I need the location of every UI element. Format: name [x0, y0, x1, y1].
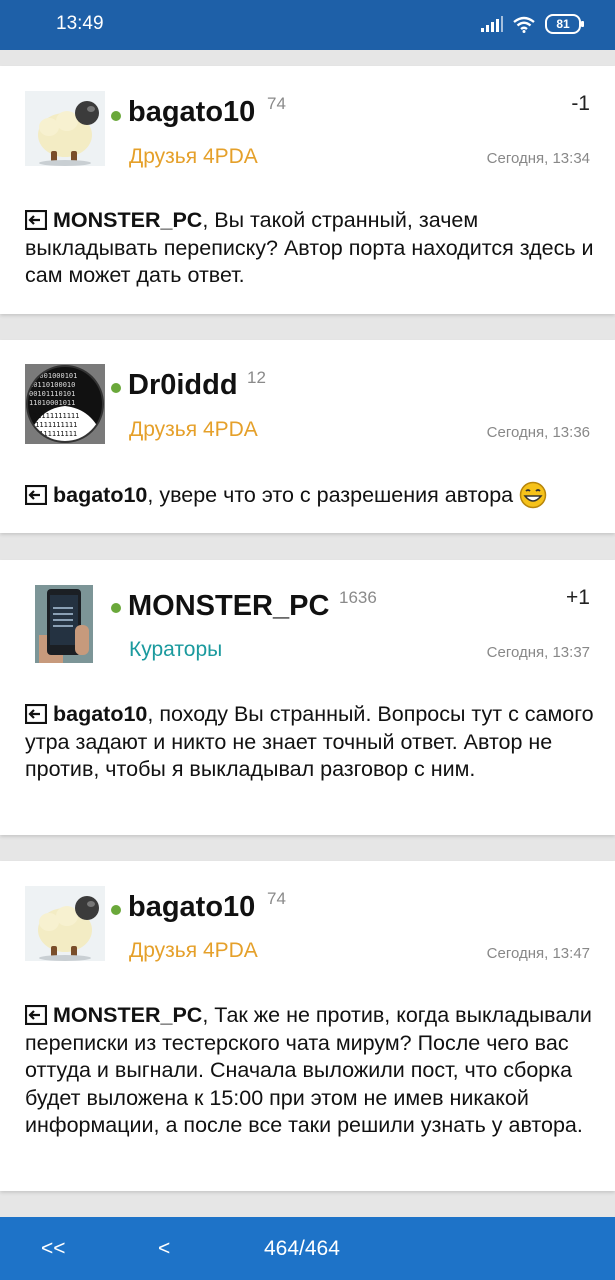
wifi-icon: [513, 16, 535, 33]
reply-quote-icon[interactable]: [25, 210, 47, 230]
user-group: Кураторы: [129, 638, 223, 661]
forum-post: bagato10 74 Друзья 4PDA Сегодня, 13:47 M…: [0, 861, 615, 1191]
quoted-nick[interactable]: MONSTER_PC: [53, 1003, 202, 1027]
online-indicator: [111, 905, 121, 915]
avatar[interactable]: [25, 91, 105, 166]
svg-text:11111111111: 11111111111: [31, 421, 77, 429]
user-group: Друзья 4PDA: [129, 418, 258, 441]
post-text: , увере что это с разрешения автора: [147, 483, 514, 507]
post-body: bagato10, увере что это с разрешения авт…: [25, 481, 595, 510]
binary-avatar-icon: 01001000101 10110100010 00101110101 1101…: [25, 364, 105, 444]
status-icons: 81: [481, 14, 584, 34]
quoted-nick[interactable]: bagato10: [53, 483, 147, 507]
reputation-count[interactable]: 74: [267, 889, 286, 909]
forum-post: MONSTER_PC 1636 +1 Кураторы Сегодня, 13:…: [0, 560, 615, 835]
forum-post: 01001000101 10110100010 00101110101 1101…: [0, 340, 615, 533]
post-time: Сегодня, 13:36: [486, 424, 590, 441]
avatar[interactable]: [25, 886, 105, 961]
username[interactable]: bagato10: [128, 891, 255, 924]
username[interactable]: MONSTER_PC: [128, 590, 329, 623]
svg-text:11010001011: 11010001011: [29, 399, 75, 407]
quoted-nick[interactable]: bagato10: [53, 702, 147, 726]
post-rating[interactable]: +1: [566, 586, 590, 610]
pagination-bar: << < 464/464: [0, 1217, 615, 1280]
forum-post: bagato10 74 -1 Друзья 4PDA Сегодня, 13:3…: [0, 66, 615, 314]
battery-icon: 81: [545, 14, 584, 34]
reply-quote-icon[interactable]: [25, 1005, 47, 1025]
page-indicator[interactable]: 464/464: [264, 1237, 340, 1261]
reply-quote-icon[interactable]: [25, 485, 47, 505]
signal-icon: [481, 16, 503, 32]
sheep-avatar-icon: [38, 101, 99, 166]
reply-quote-icon[interactable]: [25, 704, 47, 724]
online-indicator: [111, 383, 121, 393]
sheep-avatar-icon: [38, 896, 99, 961]
clock: 13:49: [56, 13, 104, 34]
quoted-nick[interactable]: MONSTER_PC: [53, 208, 202, 232]
reputation-count[interactable]: 12: [247, 368, 266, 388]
reputation-count[interactable]: 1636: [339, 588, 377, 608]
first-page-button[interactable]: <<: [41, 1237, 66, 1261]
phone-avatar-icon: [35, 585, 93, 663]
user-group: Друзья 4PDA: [129, 145, 258, 168]
status-bar: 13:49 81: [0, 0, 615, 50]
username[interactable]: bagato10: [128, 96, 255, 129]
username[interactable]: Dr0iddd: [128, 369, 238, 402]
prev-page-button[interactable]: <: [158, 1237, 170, 1261]
user-group: Друзья 4PDA: [129, 939, 258, 962]
post-body: MONSTER_PC, Вы такой странный, зачем вык…: [25, 207, 595, 290]
svg-text:00101110101: 00101110101: [29, 390, 75, 398]
post-time: Сегодня, 13:34: [486, 150, 590, 167]
post-rating[interactable]: -1: [571, 92, 590, 116]
post-time: Сегодня, 13:37: [486, 644, 590, 661]
grin-emoji-icon: [519, 481, 547, 509]
post-body: MONSTER_PC, Так же не против, когда выкл…: [25, 1002, 595, 1140]
avatar[interactable]: [35, 585, 93, 663]
svg-text:11111111111: 11111111111: [33, 412, 79, 420]
avatar[interactable]: 01001000101 10110100010 00101110101 1101…: [25, 364, 105, 444]
svg-text:10110100010: 10110100010: [29, 381, 75, 389]
post-time: Сегодня, 13:47: [486, 945, 590, 962]
online-indicator: [111, 111, 121, 121]
post-body: bagato10, походу Вы странный. Вопросы ту…: [25, 701, 595, 784]
online-indicator: [111, 603, 121, 613]
reputation-count[interactable]: 74: [267, 94, 286, 114]
